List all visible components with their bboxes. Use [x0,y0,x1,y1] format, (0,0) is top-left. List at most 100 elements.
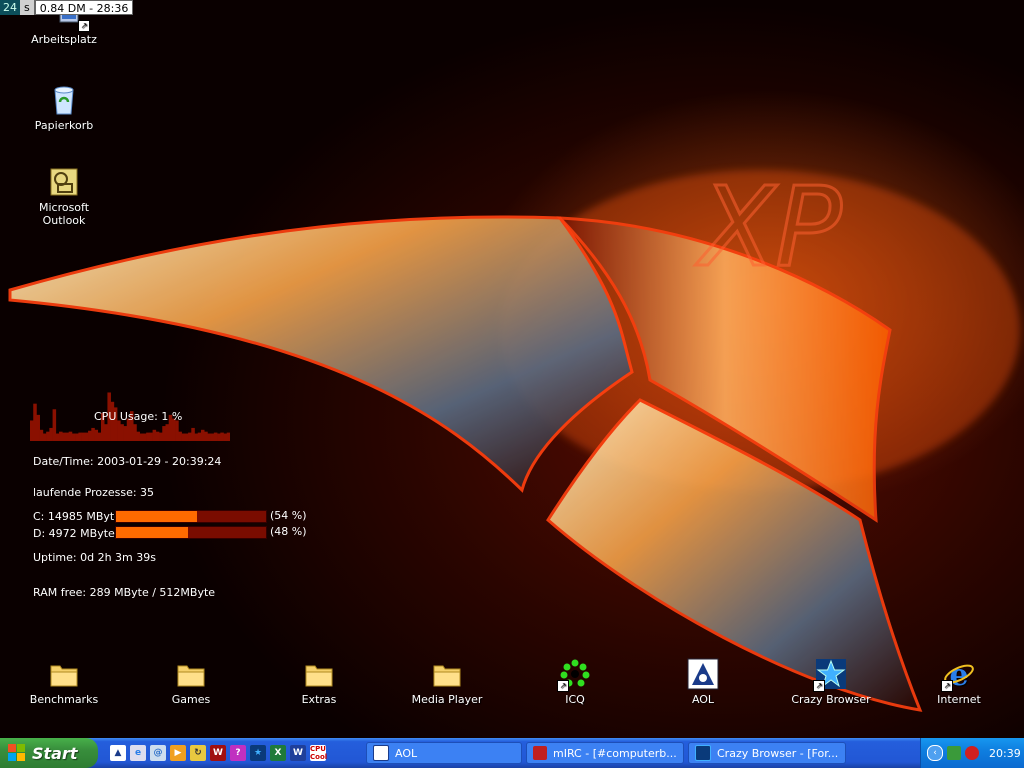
uptime-label: Uptime: 0d 2h 3m 39s [33,551,156,564]
cpu-history-bar [181,433,186,441]
show-hidden-icons-icon[interactable]: ‹ [927,745,943,761]
cpu-history-bar [65,432,70,441]
network-tray-icon[interactable] [947,746,961,760]
task-button-aol[interactable]: AOL [366,742,522,764]
cpu-history-bar [46,431,50,441]
cpu-history-bar [68,431,73,441]
antivirus-tray-icon[interactable] [965,746,979,760]
cpu-history-bar [42,433,47,441]
winamp-quick-icon[interactable]: W [210,745,226,761]
cpu-history-bar [142,433,147,441]
cpu-history-bar [84,432,89,441]
taskbar-clock[interactable]: 20:39 [989,747,1021,760]
cpu-history-bar [123,426,128,441]
cpu-history-bar [194,433,199,441]
word-quick-icon[interactable]: W [290,745,306,761]
folder-icon [48,658,80,690]
desktop-icon-games[interactable]: Games [143,658,239,706]
cpu-history-bar [188,432,192,441]
desktop[interactable]: XP 24 s 0.84 DM - 28:36 ↗ Arbeitsplatz P… [0,0,1024,738]
drive-c-bar [115,510,267,523]
shortcut-arrow-icon: ↗ [78,20,90,32]
ie-quick-icon[interactable]: e [130,745,146,761]
folder-icon [303,658,335,690]
desktop-icon-label: Extras [301,693,337,706]
drive-d-bar [115,526,267,539]
cpu-history-bar [94,429,99,441]
cpu-history-bar [88,430,92,441]
drive-c-percent: (54 %) [270,509,307,522]
refresh-quick-icon[interactable]: ↻ [190,745,206,761]
cpu-history-bar [226,432,230,441]
drive-d-percent: (48 %) [270,525,307,538]
desktop-icon-label: AOL [691,693,715,706]
cpu-history-bar [78,432,82,441]
cpu-cool-quick-icon[interactable]: CPU Cool [310,745,327,761]
drive-c-label: C: 14985 MByte [33,510,121,523]
crazy-browser-quick-icon[interactable]: ★ [250,745,266,761]
desktop-icon-label: Arbeitsplatz [31,33,97,46]
cpu-history-bar [159,432,163,441]
desktop-icon-label: Microsoft Outlook [38,201,90,227]
desktop-icon-aol[interactable]: AOL [655,658,751,706]
taskbar: Start ▲ e @ ▶ ↻ W ? ★ X W CPU Cool AOL mI… [0,738,1024,768]
aol-icon [373,745,389,761]
cpu-history-bar [120,424,124,441]
desktop-icon-label: ICQ [565,693,585,706]
icq-flower-icon: ↗ [557,658,591,692]
task-button-crazy-browser[interactable]: Crazy Browser - [For... [688,742,846,764]
task-button-mirc[interactable]: mIRC - [#computerb... [526,742,684,764]
cpu-history-bar [30,420,34,441]
desktop-icon-icq[interactable]: ↗ ICQ [527,658,623,706]
cpu-history-bar [175,420,179,441]
desktop-icon-extras[interactable]: Extras [271,658,367,706]
cpu-history-bar [39,429,44,441]
desktop-icon-internet[interactable]: e ↗ Internet [911,658,1007,706]
desktop-icon-label: Crazy Browser [791,693,871,706]
cpu-history-bar [52,409,57,441]
task-label: Crazy Browser - [For... [717,746,839,760]
cpu-history-bar [136,431,140,441]
cpu-history-bar [178,431,182,441]
desktop-icon-media-player[interactable]: Media Player [399,658,495,706]
desktop-icon-crazy-browser[interactable]: ↗ Crazy Browser [783,658,879,706]
wallpaper-xp-logo: XP [8,162,1020,712]
mail-quick-icon[interactable]: @ [150,745,166,761]
countdown-widget: 24 s 0.84 DM - 28:36 [0,0,134,15]
aol-quick-icon[interactable]: ▲ [110,745,126,761]
cpu-history-bar [81,432,86,441]
mirc-icon [533,746,547,760]
cpu-history-bar [36,414,40,441]
cpu-history-bar [191,427,195,441]
desktop-icon-label: Benchmarks [29,693,99,706]
desktop-icon-papierkorb[interactable]: Papierkorb [16,84,112,132]
cpu-history-bar [223,433,228,441]
task-label: AOL [395,746,418,760]
folder-icon [175,658,207,690]
system-tray: ‹ 20:39 [920,738,1024,768]
start-button[interactable]: Start [0,738,98,768]
datetime-label: Date/Time: 2003-01-29 - 20:39:24 [33,455,222,468]
internet-explorer-icon: e ↗ [941,658,975,693]
shortcut-arrow-icon: ↗ [941,680,953,692]
cpu-usage-label: CPU Usage: 1 % [94,410,183,423]
crazy-browser-icon: ↗ [813,658,847,692]
cpu-history-bar [207,433,211,441]
cpu-history-bar [62,432,66,441]
desktop-icon-benchmarks[interactable]: Benchmarks [16,658,112,706]
cpu-history-bar [197,432,202,441]
cpu-history-bar [104,424,108,441]
cpu-history-bar [59,431,63,441]
desktop-icon-label: Media Player [411,693,483,706]
media-quick-icon[interactable]: ▶ [170,745,186,761]
desktop-icon-outlook[interactable]: Microsoft Outlook [16,166,112,227]
start-label: Start [32,743,78,763]
cpu-history-bar [220,432,224,441]
cpu-history-bar [184,433,189,441]
help-quick-icon[interactable]: ? [230,745,246,761]
seconds-unit: s [20,0,35,15]
excel-quick-icon[interactable]: X [270,745,286,761]
cpu-history-bar [117,420,121,441]
windows-logo-icon [8,744,26,762]
cpu-history-bar [213,432,218,441]
